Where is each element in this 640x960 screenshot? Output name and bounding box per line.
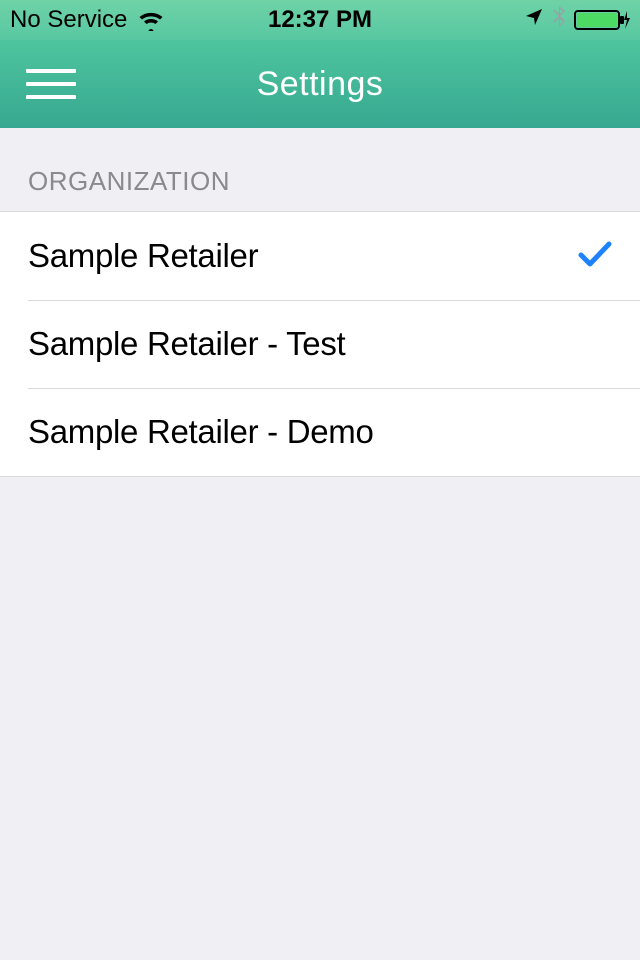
wifi-icon (137, 9, 165, 31)
carrier-text: No Service (10, 6, 127, 34)
bluetooth-icon (552, 5, 566, 36)
status-right (524, 5, 630, 36)
status-bar: No Service 12:37 PM (0, 0, 640, 40)
list-item[interactable]: Sample Retailer (0, 212, 640, 300)
item-label: Sample Retailer - Test (28, 325, 345, 363)
hamburger-icon (26, 69, 76, 73)
list-item[interactable]: Sample Retailer - Demo (0, 388, 640, 476)
menu-button[interactable] (26, 69, 76, 99)
section-header-organization: ORGANIZATION (0, 128, 640, 211)
status-left: No Service (10, 6, 165, 34)
item-label: Sample Retailer - Demo (28, 413, 374, 451)
status-time: 12:37 PM (268, 6, 372, 34)
list-item[interactable]: Sample Retailer - Test (0, 300, 640, 388)
nav-bar: Settings (0, 40, 640, 128)
checkmark-icon (578, 240, 612, 273)
item-label: Sample Retailer (28, 237, 258, 275)
organization-list: Sample Retailer Sample Retailer - Test S… (0, 211, 640, 477)
battery-icon (574, 8, 630, 32)
location-icon (524, 6, 544, 34)
page-title: Settings (0, 65, 640, 104)
